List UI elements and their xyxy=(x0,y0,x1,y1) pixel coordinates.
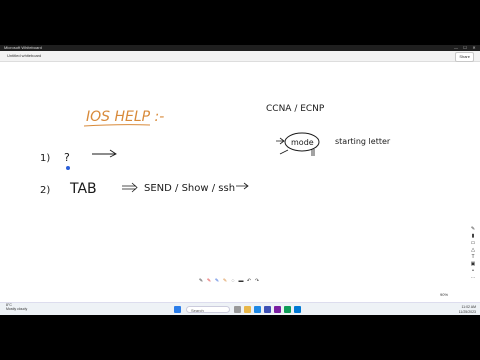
ink-item2-text: TAB xyxy=(69,181,97,197)
whiteboard-icon[interactable] xyxy=(294,306,301,313)
lasso-icon[interactable]: ◌ xyxy=(230,278,236,285)
clock-time: 11:02 AM xyxy=(461,305,476,309)
clock[interactable]: 11:02 AM 11/25/2023 xyxy=(459,305,476,314)
weather-widget[interactable]: 8°C Mostly cloudy xyxy=(6,303,27,311)
image-icon[interactable]: ▣ xyxy=(470,261,476,267)
undo-icon[interactable]: ↶ xyxy=(246,278,252,285)
pen-black-icon[interactable]: ✎ xyxy=(198,278,204,285)
weather-desc: Mostly cloudy xyxy=(6,307,28,311)
zoom-level[interactable]: 90% xyxy=(440,292,448,297)
ink-arrow-2 xyxy=(236,182,249,190)
text-icon[interactable]: T xyxy=(470,254,476,260)
file-explorer-icon[interactable] xyxy=(244,306,251,313)
ink-mark xyxy=(311,149,315,156)
share-button[interactable]: Share xyxy=(455,52,474,62)
chrome-icon[interactable] xyxy=(284,306,291,313)
tab-bar: Untitled whiteboard Share xyxy=(0,51,480,62)
ink-right-extra: starting letter xyxy=(335,137,391,146)
tab-untitled-whiteboard[interactable]: Untitled whiteboard xyxy=(4,52,44,60)
ink-item1-number: 1) xyxy=(40,153,50,164)
ink-tick xyxy=(279,149,289,155)
taskbar-search[interactable]: Search xyxy=(186,306,230,313)
whiteboard-canvas[interactable]: IOS HELP :- 1) ? 2) TAB SEND / Show / ss… xyxy=(0,62,480,292)
ink-item1-symbol: ? xyxy=(64,151,70,164)
ink-arrow-3 xyxy=(276,137,285,145)
store-icon[interactable] xyxy=(264,306,271,313)
eraser-icon[interactable]: ▭ xyxy=(470,240,476,246)
clock-date: 11/25/2023 xyxy=(458,309,476,314)
teams-icon[interactable] xyxy=(274,306,281,313)
blue-dot xyxy=(66,166,70,170)
edge-icon[interactable] xyxy=(254,306,261,313)
taskbar: Search 11:02 AM 11/25/2023 xyxy=(0,302,480,315)
pen-tray: ✎ ✎ ✎ ✎ ◌ ▬ ↶ ↷ xyxy=(198,278,260,286)
pen-red-icon[interactable]: ✎ xyxy=(206,278,212,285)
ink-item2-number: 2) xyxy=(40,185,50,196)
dot-icon[interactable]: • xyxy=(470,268,476,274)
ink-arrow-1 xyxy=(92,149,117,158)
app-window: Microsoft Whiteboard — ☐ ✕ Untitled whit… xyxy=(0,45,480,315)
ink-heading: IOS HELP :- xyxy=(86,109,164,125)
shape-icon[interactable]: △ xyxy=(470,247,476,253)
highlighter-icon[interactable]: ▮ xyxy=(470,233,476,239)
ink-right-title: CCNA / ECNP xyxy=(266,104,325,114)
ink-implies-arrow xyxy=(122,182,138,193)
pen-blue-icon[interactable]: ✎ xyxy=(214,278,220,285)
ink-right-circled: mode xyxy=(291,138,314,147)
pen-icon[interactable]: ✎ xyxy=(470,226,476,232)
right-toolbar: ✎ ▮ ▭ △ T ▣ • ⋯ xyxy=(469,225,477,305)
ink-item2-detail: SEND / Show / ssh xyxy=(144,183,235,194)
redo-icon[interactable]: ↷ xyxy=(254,278,260,285)
task-view-icon[interactable] xyxy=(234,306,241,313)
more-icon[interactable]: ⋯ xyxy=(470,275,476,281)
ruler-icon[interactable]: ▬ xyxy=(238,278,244,285)
pen-orange-icon[interactable]: ✎ xyxy=(222,278,228,285)
start-icon[interactable] xyxy=(174,306,181,313)
